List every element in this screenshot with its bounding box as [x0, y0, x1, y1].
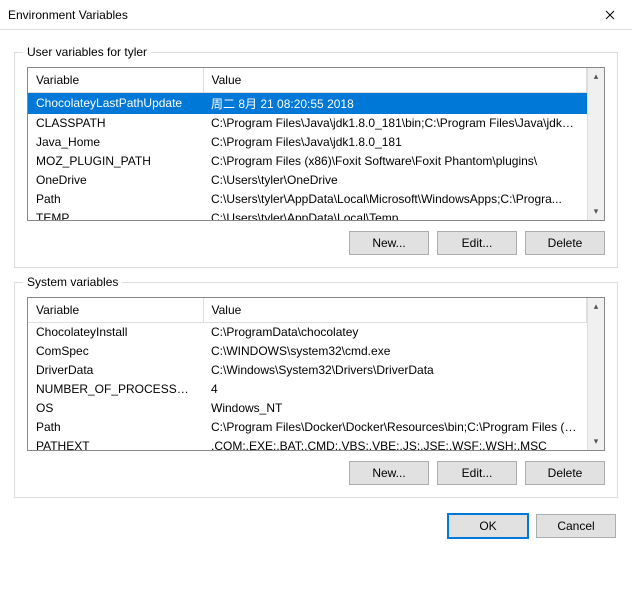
- value-cell: C:\Users\tyler\AppData\Local\Temp: [203, 209, 587, 221]
- user-table-header-row: Variable Value: [28, 68, 587, 92]
- value-cell: C:\Program Files\Java\jdk1.8.0_181: [203, 133, 587, 152]
- table-row[interactable]: CLASSPATHC:\Program Files\Java\jdk1.8.0_…: [28, 114, 587, 133]
- user-new-button[interactable]: New...: [349, 231, 429, 255]
- variable-cell: OneDrive: [28, 171, 203, 190]
- value-cell: C:\Users\tyler\OneDrive: [203, 171, 587, 190]
- system-table-scroll[interactable]: Variable Value ChocolateyInstallC:\Progr…: [28, 298, 587, 450]
- value-cell: C:\Users\tyler\AppData\Local\Microsoft\W…: [203, 190, 587, 209]
- table-row[interactable]: ComSpecC:\WINDOWS\system32\cmd.exe: [28, 341, 587, 360]
- user-scrollbar[interactable]: ▴ ▾: [587, 68, 604, 220]
- variable-cell: ComSpec: [28, 341, 203, 360]
- system-table-header-row: Variable Value: [28, 298, 587, 322]
- variable-cell: OS: [28, 398, 203, 417]
- variable-cell: ChocolateyLastPathUpdate: [28, 92, 203, 114]
- scroll-down-icon[interactable]: ▾: [588, 433, 604, 450]
- user-variables-table: Variable Value ChocolateyLastPathUpdate周…: [28, 68, 587, 220]
- system-button-row: New... Edit... Delete: [27, 461, 605, 485]
- system-table-wrap: Variable Value ChocolateyInstallC:\Progr…: [27, 297, 605, 451]
- value-cell: C:\Program Files\Docker\Docker\Resources…: [203, 417, 587, 436]
- value-cell: C:\Windows\System32\Drivers\DriverData: [203, 360, 587, 379]
- user-table-wrap: Variable Value ChocolateyLastPathUpdate周…: [27, 67, 605, 221]
- user-button-row: New... Edit... Delete: [27, 231, 605, 255]
- table-row[interactable]: OneDriveC:\Users\tyler\OneDrive: [28, 171, 587, 190]
- value-cell: C:\WINDOWS\system32\cmd.exe: [203, 341, 587, 360]
- variable-cell: ChocolateyInstall: [28, 322, 203, 341]
- table-row[interactable]: OSWindows_NT: [28, 398, 587, 417]
- system-group-label: System variables: [23, 275, 122, 289]
- table-row[interactable]: ChocolateyLastPathUpdate周二 8月 21 08:20:5…: [28, 92, 587, 114]
- scroll-up-icon[interactable]: ▴: [588, 298, 604, 315]
- system-scrollbar[interactable]: ▴ ▾: [587, 298, 604, 450]
- value-cell: 周二 8月 21 08:20:55 2018: [203, 92, 587, 114]
- value-cell: C:\Program Files (x86)\Foxit Software\Fo…: [203, 152, 587, 171]
- dialog-footer: OK Cancel: [14, 514, 618, 538]
- ok-button[interactable]: OK: [448, 514, 528, 538]
- system-header-variable[interactable]: Variable: [28, 298, 203, 322]
- system-variables-group: System variables Variable Value Chocolat…: [14, 282, 618, 498]
- window-title: Environment Variables: [8, 8, 587, 22]
- table-row[interactable]: Java_HomeC:\Program Files\Java\jdk1.8.0_…: [28, 133, 587, 152]
- table-row[interactable]: DriverDataC:\Windows\System32\Drivers\Dr…: [28, 360, 587, 379]
- variable-cell: DriverData: [28, 360, 203, 379]
- user-delete-button[interactable]: Delete: [525, 231, 605, 255]
- user-group-label: User variables for tyler: [23, 45, 151, 59]
- table-row[interactable]: TEMPC:\Users\tyler\AppData\Local\Temp: [28, 209, 587, 221]
- table-row[interactable]: PathC:\Program Files\Docker\Docker\Resou…: [28, 417, 587, 436]
- value-cell: .COM;.EXE;.BAT;.CMD;.VBS;.VBE;.JS;.JSE;.…: [203, 436, 587, 450]
- user-variables-group: User variables for tyler Variable Value …: [14, 52, 618, 268]
- variable-cell: NUMBER_OF_PROCESSORS: [28, 379, 203, 398]
- table-row[interactable]: PathC:\Users\tyler\AppData\Local\Microso…: [28, 190, 587, 209]
- variable-cell: CLASSPATH: [28, 114, 203, 133]
- dialog-content: User variables for tyler Variable Value …: [0, 30, 632, 550]
- table-row[interactable]: ChocolateyInstallC:\ProgramData\chocolat…: [28, 322, 587, 341]
- table-row[interactable]: MOZ_PLUGIN_PATHC:\Program Files (x86)\Fo…: [28, 152, 587, 171]
- user-table-scroll[interactable]: Variable Value ChocolateyLastPathUpdate周…: [28, 68, 587, 220]
- table-row[interactable]: NUMBER_OF_PROCESSORS4: [28, 379, 587, 398]
- close-icon: [605, 10, 615, 20]
- variable-cell: Java_Home: [28, 133, 203, 152]
- system-new-button[interactable]: New...: [349, 461, 429, 485]
- titlebar: Environment Variables: [0, 0, 632, 30]
- value-cell: C:\Program Files\Java\jdk1.8.0_181\bin;C…: [203, 114, 587, 133]
- system-edit-button[interactable]: Edit...: [437, 461, 517, 485]
- close-button[interactable]: [587, 0, 632, 30]
- value-cell: Windows_NT: [203, 398, 587, 417]
- cancel-button[interactable]: Cancel: [536, 514, 616, 538]
- variable-cell: MOZ_PLUGIN_PATH: [28, 152, 203, 171]
- user-header-variable[interactable]: Variable: [28, 68, 203, 92]
- system-header-value[interactable]: Value: [203, 298, 587, 322]
- table-row[interactable]: PATHEXT.COM;.EXE;.BAT;.CMD;.VBS;.VBE;.JS…: [28, 436, 587, 450]
- user-header-value[interactable]: Value: [203, 68, 587, 92]
- system-delete-button[interactable]: Delete: [525, 461, 605, 485]
- scroll-up-icon[interactable]: ▴: [588, 68, 604, 85]
- value-cell: 4: [203, 379, 587, 398]
- scroll-down-icon[interactable]: ▾: [588, 203, 604, 220]
- variable-cell: Path: [28, 417, 203, 436]
- user-edit-button[interactable]: Edit...: [437, 231, 517, 255]
- variable-cell: Path: [28, 190, 203, 209]
- value-cell: C:\ProgramData\chocolatey: [203, 322, 587, 341]
- variable-cell: PATHEXT: [28, 436, 203, 450]
- variable-cell: TEMP: [28, 209, 203, 221]
- system-variables-table: Variable Value ChocolateyInstallC:\Progr…: [28, 298, 587, 450]
